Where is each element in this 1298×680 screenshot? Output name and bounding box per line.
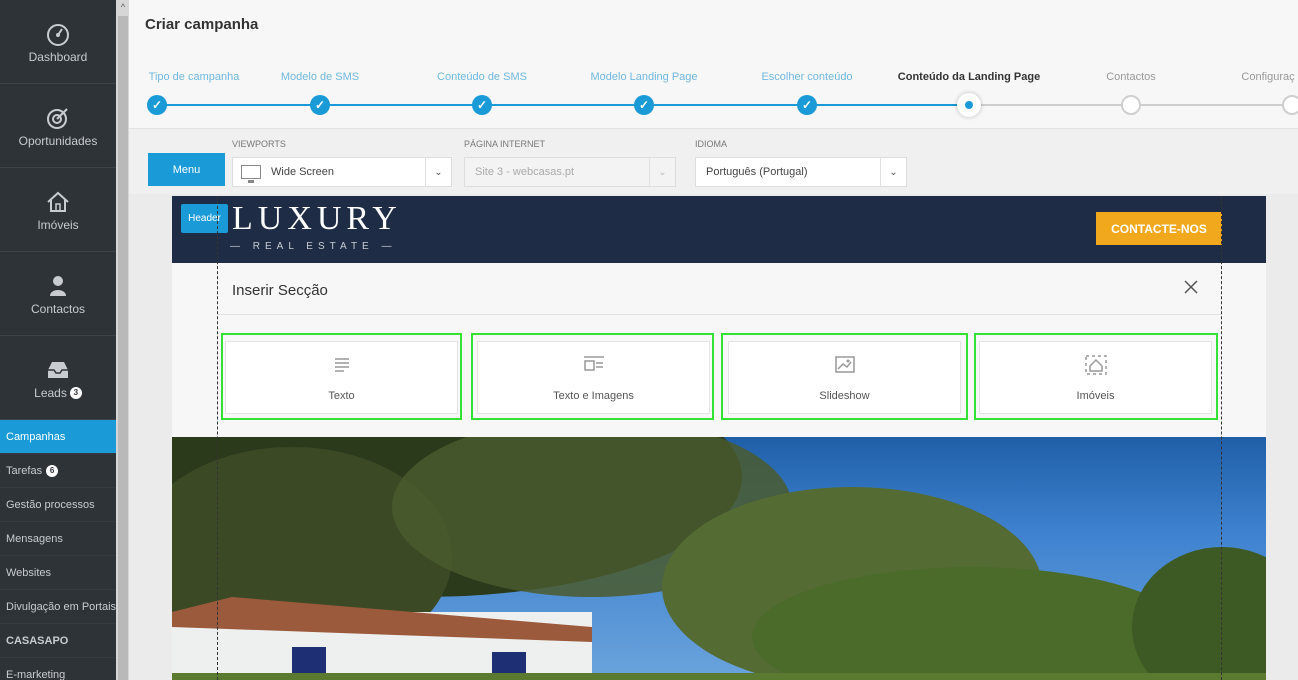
sidebar-item-emarketing[interactable]: E-marketing xyxy=(0,658,116,680)
sidebar-item-imoveis[interactable]: Imóveis xyxy=(0,168,116,252)
scroll-up-arrow-icon[interactable]: ^ xyxy=(118,0,128,14)
step-check-icon[interactable]: ✓ xyxy=(797,95,817,115)
viewport-select[interactable]: Wide Screen ⌄ xyxy=(232,157,452,187)
sidebar-item-label: Oportunidades xyxy=(18,133,98,148)
target-icon xyxy=(47,107,68,129)
step-label-configuracao[interactable]: Configuraç xyxy=(1241,71,1294,83)
sidebar-item-label: Tarefas xyxy=(6,464,43,477)
viewport-value: Wide Screen xyxy=(271,166,334,178)
page-title: Criar campanha xyxy=(145,16,259,33)
scrollbar-thumb[interactable] xyxy=(118,16,128,680)
hero-image[interactable] xyxy=(172,437,1266,680)
sidebar-item-mensagens[interactable]: Mensagens xyxy=(0,522,116,556)
house-icon xyxy=(47,191,69,212)
guide-line-right xyxy=(1221,196,1222,680)
sidebar-item-campanhas[interactable]: Campanhas xyxy=(0,420,116,454)
sidebar-item-label: E-marketing xyxy=(6,668,66,680)
stepper-progress-line xyxy=(157,104,969,106)
step-pending-indicator[interactable] xyxy=(1121,95,1141,115)
sidebar-item-dashboard[interactable]: Dashboard xyxy=(0,0,116,84)
page-value: Site 3 - webcasas.pt xyxy=(475,166,575,178)
highlight-box xyxy=(974,333,1218,420)
step-label-tipo-campanha[interactable]: Tipo de campanha xyxy=(149,71,240,83)
sidebar-item-gestao-processos[interactable]: Gestão processos xyxy=(0,488,116,522)
close-icon[interactable] xyxy=(1182,278,1200,296)
step-label-contactos[interactable]: Contactos xyxy=(1106,71,1156,83)
sidebar-item-label: Gestão processos xyxy=(6,498,95,511)
logo-text: LUXURY xyxy=(232,200,402,237)
step-label-escolher-conteudo[interactable]: Escolher conteúdo xyxy=(761,71,852,83)
sidebar-item-label: Contactos xyxy=(30,301,86,316)
sidebar-item-label: Leads xyxy=(34,385,67,400)
leads-count-badge: 3 xyxy=(69,386,82,399)
step-check-icon[interactable]: ✓ xyxy=(634,95,654,115)
sidebar-item-label: Campanhas xyxy=(6,430,66,443)
sidebar-item-contactos[interactable]: Contactos xyxy=(0,252,116,336)
inbox-icon xyxy=(48,361,68,378)
tarefas-count-badge: 6 xyxy=(46,464,59,477)
speedometer-icon xyxy=(47,23,69,46)
highlight-box xyxy=(471,333,714,420)
sidebar-item-label: Divulgação em Portais xyxy=(6,600,116,613)
sidebar-item-label: Dashboard xyxy=(28,49,88,64)
step-label-modelo-sms[interactable]: Modelo de SMS xyxy=(281,71,359,83)
insert-section-title: Inserir Secção xyxy=(232,282,328,299)
step-check-icon[interactable]: ✓ xyxy=(472,95,492,115)
sidebar-item-label: CASASAPO xyxy=(6,634,69,647)
chevron-down-icon: ⌄ xyxy=(649,158,675,186)
chevron-down-icon: ⌄ xyxy=(425,158,451,186)
monitor-icon xyxy=(241,165,261,183)
page-select[interactable]: Site 3 - webcasas.pt ⌄ xyxy=(464,157,676,187)
language-label: IDIOMA xyxy=(695,139,728,149)
step-current-indicator[interactable] xyxy=(957,93,981,117)
step-label-conteudo-sms[interactable]: Conteúdo de SMS xyxy=(437,71,527,83)
step-pending-indicator[interactable] xyxy=(1282,95,1298,115)
guide-line-left xyxy=(217,196,218,680)
sidebar-item-label: Imóveis xyxy=(37,217,79,232)
step-label-conteudo-landing[interactable]: Conteúdo da Landing Page xyxy=(898,71,1040,83)
language-value: Português (Portugal) xyxy=(706,166,808,178)
sidebar-item-divulgacao[interactable]: Divulgação em Portais xyxy=(0,590,116,624)
menu-button[interactable]: Menu xyxy=(148,153,225,186)
viewports-label: VIEWPORTS xyxy=(232,139,286,149)
sidebar-item-casasapo[interactable]: CASASAPO xyxy=(0,624,116,658)
contact-button[interactable]: CONTACTE-NOS xyxy=(1096,212,1222,245)
editor-toolbar: Menu VIEWPORTS Wide Screen ⌄ PÁGINA INTE… xyxy=(129,128,1298,194)
header-section-badge[interactable]: Header xyxy=(181,204,228,233)
logo-subtext: — REAL ESTATE — xyxy=(230,241,397,252)
highlight-box xyxy=(221,333,462,420)
chevron-down-icon: ⌄ xyxy=(880,158,906,186)
sidebar-item-tarefas[interactable]: Tarefas 6 xyxy=(0,454,116,488)
sidebar-item-label: Mensagens xyxy=(6,532,63,545)
page-label: PÁGINA INTERNET xyxy=(464,139,546,149)
sidebar-item-websites[interactable]: Websites xyxy=(0,556,116,590)
step-check-icon[interactable]: ✓ xyxy=(310,95,330,115)
hero-scene xyxy=(172,437,1266,680)
language-select[interactable]: Português (Portugal) ⌄ xyxy=(695,157,907,187)
person-icon xyxy=(50,275,66,296)
divider xyxy=(218,314,1222,315)
sidebar: Dashboard Oportunidades Imóveis Contacto… xyxy=(0,0,116,680)
step-label-modelo-landing[interactable]: Modelo Landing Page xyxy=(590,71,697,83)
highlight-box xyxy=(721,333,968,420)
sidebar-item-label: Websites xyxy=(6,566,52,579)
sidebar-item-leads[interactable]: Leads 3 xyxy=(0,336,116,420)
step-check-icon[interactable]: ✓ xyxy=(147,95,167,115)
sidebar-item-oportunidades[interactable]: Oportunidades xyxy=(0,84,116,168)
